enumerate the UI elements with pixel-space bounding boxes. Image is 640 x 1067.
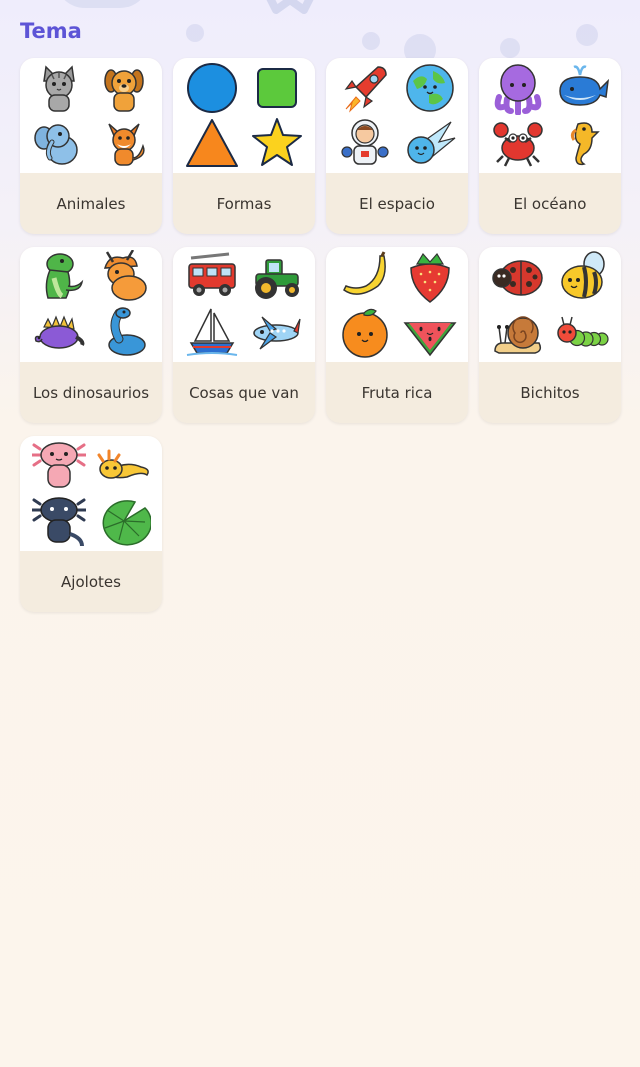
planet-earth-icon xyxy=(397,61,462,116)
card-thumbnails xyxy=(326,58,468,173)
card-thumbnails xyxy=(326,247,468,362)
decorative-cloud xyxy=(55,0,150,8)
airplane-icon xyxy=(244,305,309,360)
theme-card-animales[interactable]: Animales xyxy=(20,58,162,234)
comet-icon xyxy=(397,116,462,171)
bee-icon xyxy=(550,250,615,305)
dark-axolotl-icon xyxy=(26,494,91,549)
seahorse-icon xyxy=(550,116,615,171)
pink-axolotl-icon xyxy=(26,439,91,494)
strawberry-icon xyxy=(397,250,462,305)
card-thumbnails xyxy=(20,436,162,551)
theme-card-los-dinosaurios[interactable]: Los dinosaurios xyxy=(20,247,162,423)
decorative-bubble xyxy=(576,24,598,46)
card-label: Cosas que van xyxy=(189,383,299,402)
theme-card-el-espacio[interactable]: El espacio xyxy=(326,58,468,234)
circle-shape-icon xyxy=(179,61,244,116)
card-label: El océano xyxy=(513,194,587,213)
square-shape-icon xyxy=(244,61,309,116)
card-label: Los dinosaurios xyxy=(32,383,150,402)
card-label: El espacio xyxy=(359,194,435,213)
theme-grid: Animales Formas El espacio El océano Los… xyxy=(20,58,621,612)
snail-icon xyxy=(485,305,550,360)
triangle-shape-icon xyxy=(179,116,244,171)
yellow-axolotl-icon xyxy=(91,439,156,494)
octopus-icon xyxy=(485,61,550,116)
fox-icon xyxy=(91,116,156,171)
card-thumbnails xyxy=(173,58,315,173)
rocket-icon xyxy=(332,61,397,116)
decorative-bubble xyxy=(500,38,520,58)
card-thumbnails xyxy=(173,247,315,362)
decorative-bubble xyxy=(186,24,204,42)
orange-icon xyxy=(332,305,397,360)
card-label: Fruta rica xyxy=(361,383,433,402)
star-shape-icon xyxy=(244,116,309,171)
caterpillar-icon xyxy=(550,305,615,360)
decorative-star-icon xyxy=(266,0,314,14)
dog-icon xyxy=(91,61,156,116)
ladybug-icon xyxy=(485,250,550,305)
theme-card-formas[interactable]: Formas xyxy=(173,58,315,234)
theme-card-fruta-rica[interactable]: Fruta rica xyxy=(326,247,468,423)
elephant-icon xyxy=(26,116,91,171)
banana-icon xyxy=(332,250,397,305)
theme-card-cosas-que-van[interactable]: Cosas que van xyxy=(173,247,315,423)
lily-pad-icon xyxy=(91,494,156,549)
cat-icon xyxy=(26,61,91,116)
brachiosaurus-icon xyxy=(91,305,156,360)
card-thumbnails xyxy=(20,247,162,362)
card-label: Bichitos xyxy=(520,383,580,402)
card-thumbnails xyxy=(479,247,621,362)
card-label: Animales xyxy=(56,194,126,213)
theme-card-el-oceano[interactable]: El océano xyxy=(479,58,621,234)
watermelon-icon xyxy=(397,305,462,360)
card-label: Formas xyxy=(216,194,272,213)
whale-icon xyxy=(550,61,615,116)
tractor-icon xyxy=(244,250,309,305)
decorative-bubble xyxy=(362,32,380,50)
card-thumbnails xyxy=(479,58,621,173)
crab-icon xyxy=(485,116,550,171)
trex-icon xyxy=(26,250,91,305)
fire-truck-icon xyxy=(179,250,244,305)
sailboat-icon xyxy=(179,305,244,360)
card-label: Ajolotes xyxy=(61,572,121,591)
card-thumbnails xyxy=(20,58,162,173)
theme-card-bichitos[interactable]: Bichitos xyxy=(479,247,621,423)
page-title: Tema xyxy=(20,19,82,43)
astronaut-icon xyxy=(332,116,397,171)
triceratops-icon xyxy=(91,250,156,305)
theme-card-ajolotes[interactable]: Ajolotes xyxy=(20,436,162,612)
stegosaurus-icon xyxy=(26,305,91,360)
